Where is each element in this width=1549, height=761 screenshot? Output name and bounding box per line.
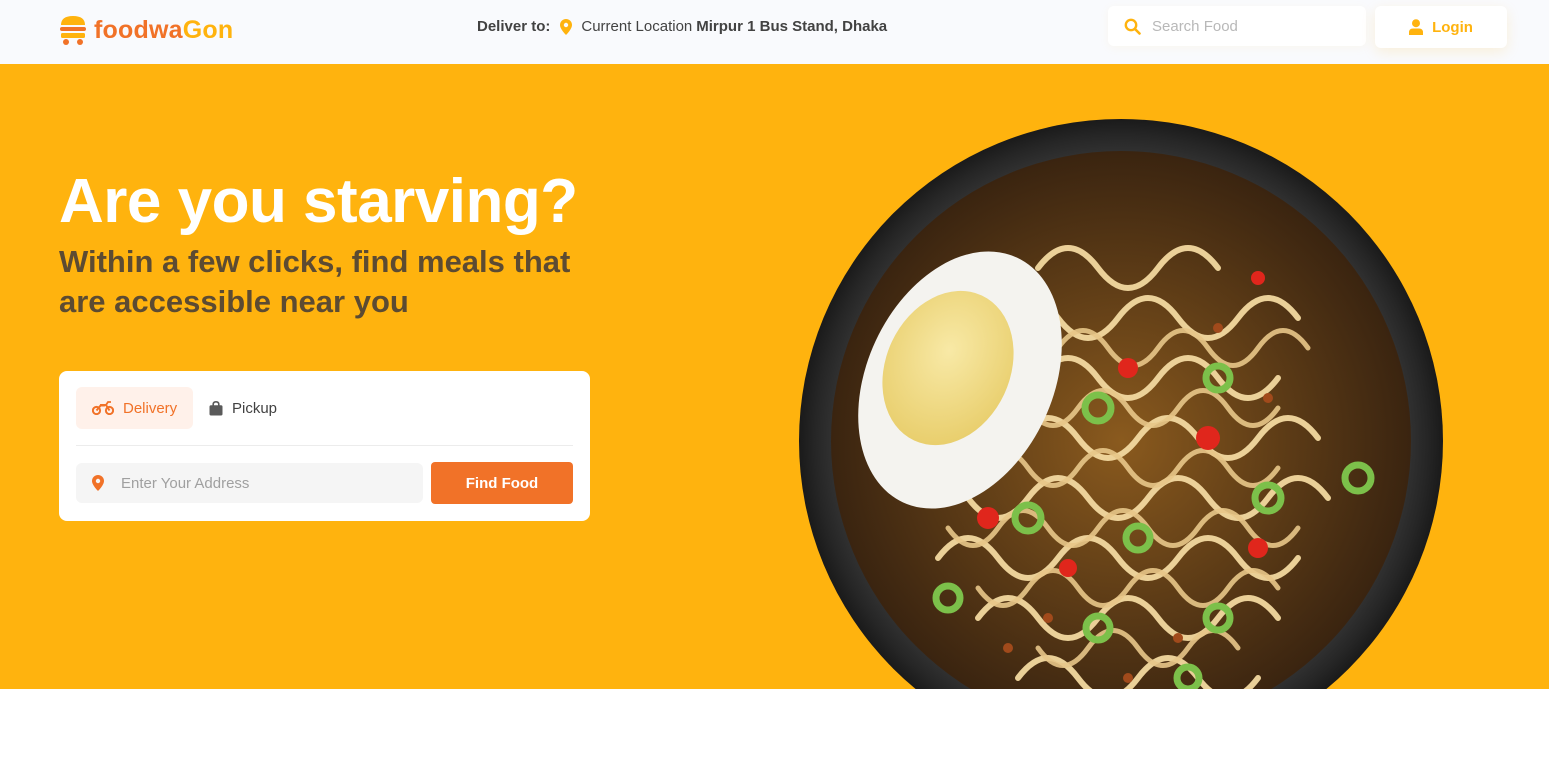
tab-pickup-label: Pickup: [232, 399, 278, 417]
hero-title: Are you starving?: [59, 167, 578, 236]
user-icon: [1409, 19, 1424, 35]
find-food-button[interactable]: Find Food: [431, 462, 573, 504]
brand-name: foodwaGon: [94, 16, 233, 45]
tab-delivery-label: Delivery: [123, 399, 178, 417]
hero-subtitle: Within a few clicks, find meals that are…: [59, 244, 571, 319]
current-location-label: Current Location: [581, 18, 693, 35]
login-label: Login: [1432, 18, 1473, 36]
location-pin-icon: [560, 18, 573, 35]
shopping-bag-icon: [209, 400, 223, 415]
location-pin-icon: [92, 475, 104, 491]
brand-name-part2: Gon: [182, 15, 234, 44]
motorbike-icon: [92, 401, 114, 415]
deliver-to-label: Deliver to:: [477, 18, 551, 35]
burger-truck-icon: [60, 16, 86, 45]
search-food-input[interactable]: [1152, 17, 1342, 35]
noodle-bowl-image: [799, 119, 1443, 689]
tab-pickup[interactable]: Pickup: [209, 387, 309, 429]
address-input[interactable]: [121, 474, 401, 492]
brand-logo[interactable]: foodwaGon: [58, 14, 233, 46]
login-button[interactable]: Login: [1375, 6, 1507, 48]
hero-section: Are you starving? Within a few clicks, f…: [0, 64, 1549, 689]
order-card: Delivery Pickup Find Food: [59, 371, 590, 521]
tab-delivery[interactable]: Delivery: [76, 387, 193, 429]
brand-name-part1: foodwa: [94, 15, 183, 44]
address-box[interactable]: [76, 463, 423, 503]
food-search-box[interactable]: [1108, 6, 1366, 46]
card-divider: [76, 445, 573, 446]
top-navbar: foodwaGon Deliver to: Current Location M…: [0, 0, 1549, 64]
search-icon: [1124, 18, 1141, 35]
delivery-location[interactable]: Deliver to: Current Location Mirpur 1 Bu…: [477, 18, 887, 35]
current-address: Mirpur 1 Bus Stand, Dhaka: [696, 18, 888, 35]
